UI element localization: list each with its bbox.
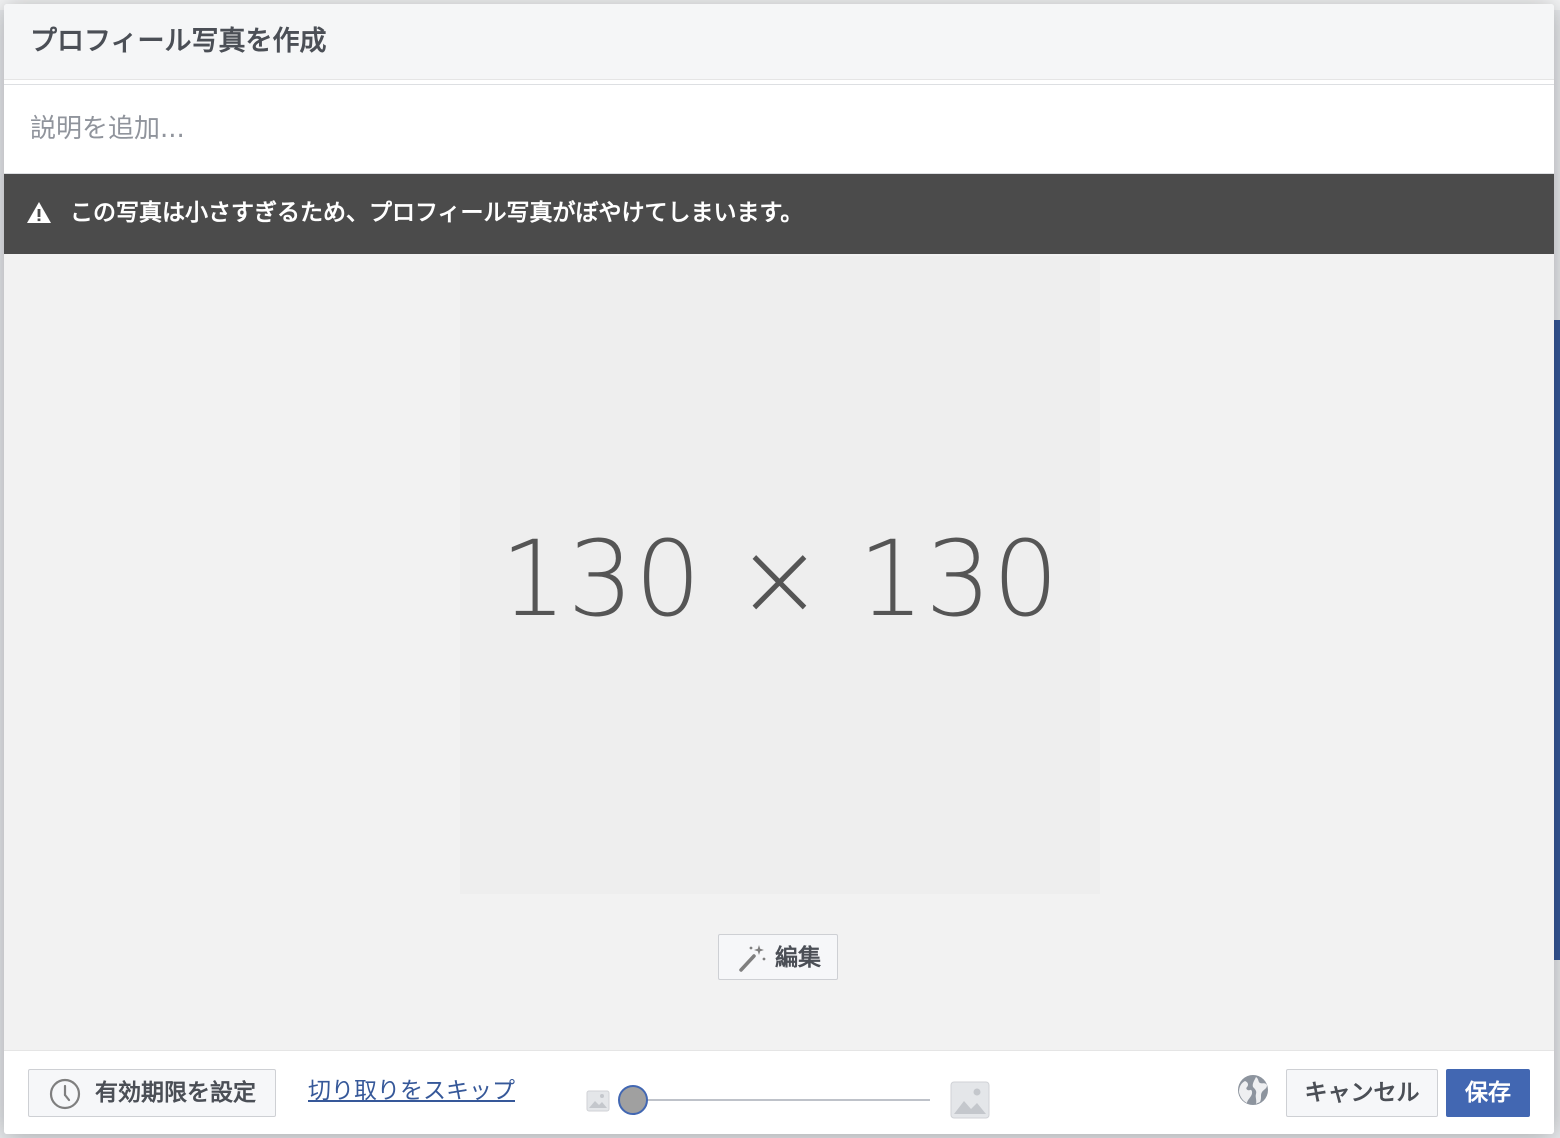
save-button[interactable]: 保存: [1446, 1069, 1530, 1117]
preview-placeholder-text: 130 × 130: [500, 518, 1060, 640]
photo-preview[interactable]: 130 × 130: [460, 256, 1100, 894]
warning-bar: この写真は小さすぎるため、プロフィール写真がぼやけてしまいます。: [4, 174, 1554, 254]
globe-icon[interactable]: [1236, 1073, 1270, 1107]
warning-icon: [27, 202, 51, 223]
set-expiration-button[interactable]: 有効期限を設定: [28, 1069, 276, 1117]
dialog-footer: 有効期限を設定 切り取りをスキップ キャンセル 保存: [4, 1050, 1554, 1134]
cancel-button[interactable]: キャンセル: [1286, 1069, 1438, 1117]
zoom-in-image-icon: [950, 1081, 990, 1119]
zoom-slider-track[interactable]: [624, 1099, 930, 1101]
clock-icon: [49, 1078, 81, 1110]
zoom-out-image-icon: [586, 1090, 610, 1112]
magic-wand-icon: [739, 945, 766, 972]
edit-button[interactable]: 編集: [718, 934, 838, 980]
set-expiration-label: 有効期限を設定: [95, 1080, 256, 1106]
zoom-slider-thumb[interactable]: [618, 1085, 648, 1115]
profile-photo-dialog: プロフィール写真を作成 この写真は小さすぎるため、プロフィール写真がぼやけてしま…: [4, 4, 1554, 1134]
dialog-header: プロフィール写真を作成: [4, 4, 1554, 80]
caption-area: [4, 84, 1554, 174]
crop-stage: 130 × 130 編集: [4, 254, 1554, 1050]
skip-crop-link[interactable]: 切り取りをスキップ: [308, 1075, 515, 1107]
caption-input[interactable]: [30, 105, 1520, 153]
edit-label: 編集: [775, 945, 821, 971]
warning-message: この写真は小さすぎるため、プロフィール写真がぼやけてしまいます。: [70, 200, 804, 226]
dialog-title: プロフィール写真を作成: [30, 26, 327, 57]
